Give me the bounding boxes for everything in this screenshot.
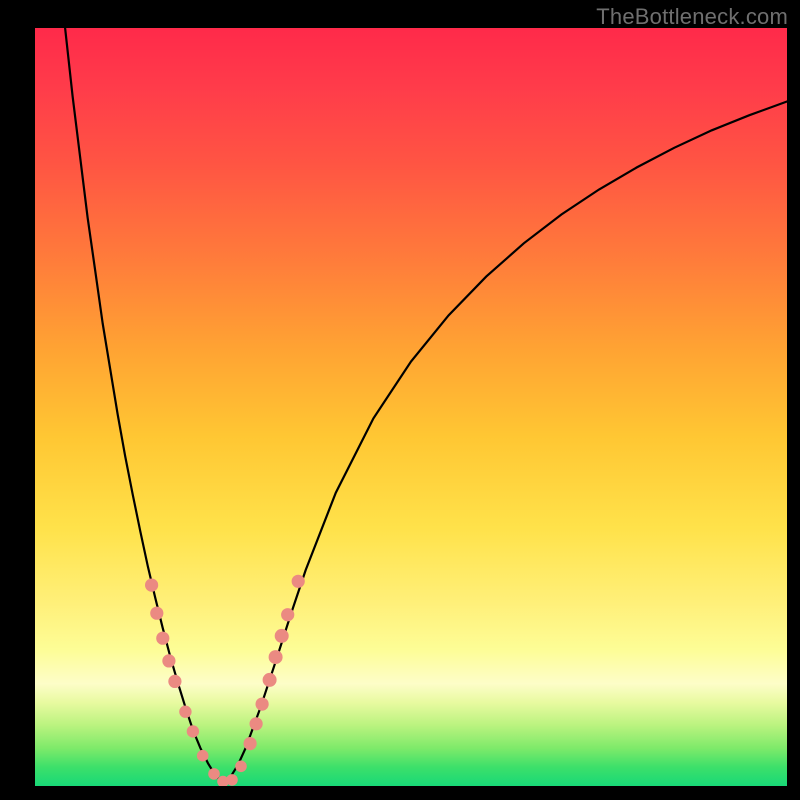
watermark-text: TheBottleneck.com xyxy=(596,4,788,30)
plot-area xyxy=(35,28,787,786)
marker-point xyxy=(197,750,209,762)
marker-point xyxy=(150,607,163,620)
chart-frame: TheBottleneck.com xyxy=(0,0,800,800)
marker-point xyxy=(275,629,289,643)
curve-left-branch xyxy=(65,28,223,782)
marker-point xyxy=(281,608,294,621)
marker-point xyxy=(179,706,191,718)
marker-point xyxy=(244,737,257,750)
marker-point xyxy=(250,717,263,730)
chart-svg xyxy=(35,28,787,786)
curve-right-branch xyxy=(223,102,787,783)
marker-point xyxy=(263,673,277,687)
marker-point xyxy=(226,774,238,786)
marker-point xyxy=(168,675,181,688)
marker-point xyxy=(162,654,175,667)
marker-group xyxy=(145,575,305,786)
marker-point xyxy=(235,761,247,773)
marker-point xyxy=(256,698,269,711)
marker-point xyxy=(156,632,169,645)
marker-point xyxy=(208,768,220,780)
marker-point xyxy=(145,579,158,592)
marker-point xyxy=(269,650,283,664)
marker-point xyxy=(292,575,305,588)
marker-point xyxy=(187,725,199,737)
